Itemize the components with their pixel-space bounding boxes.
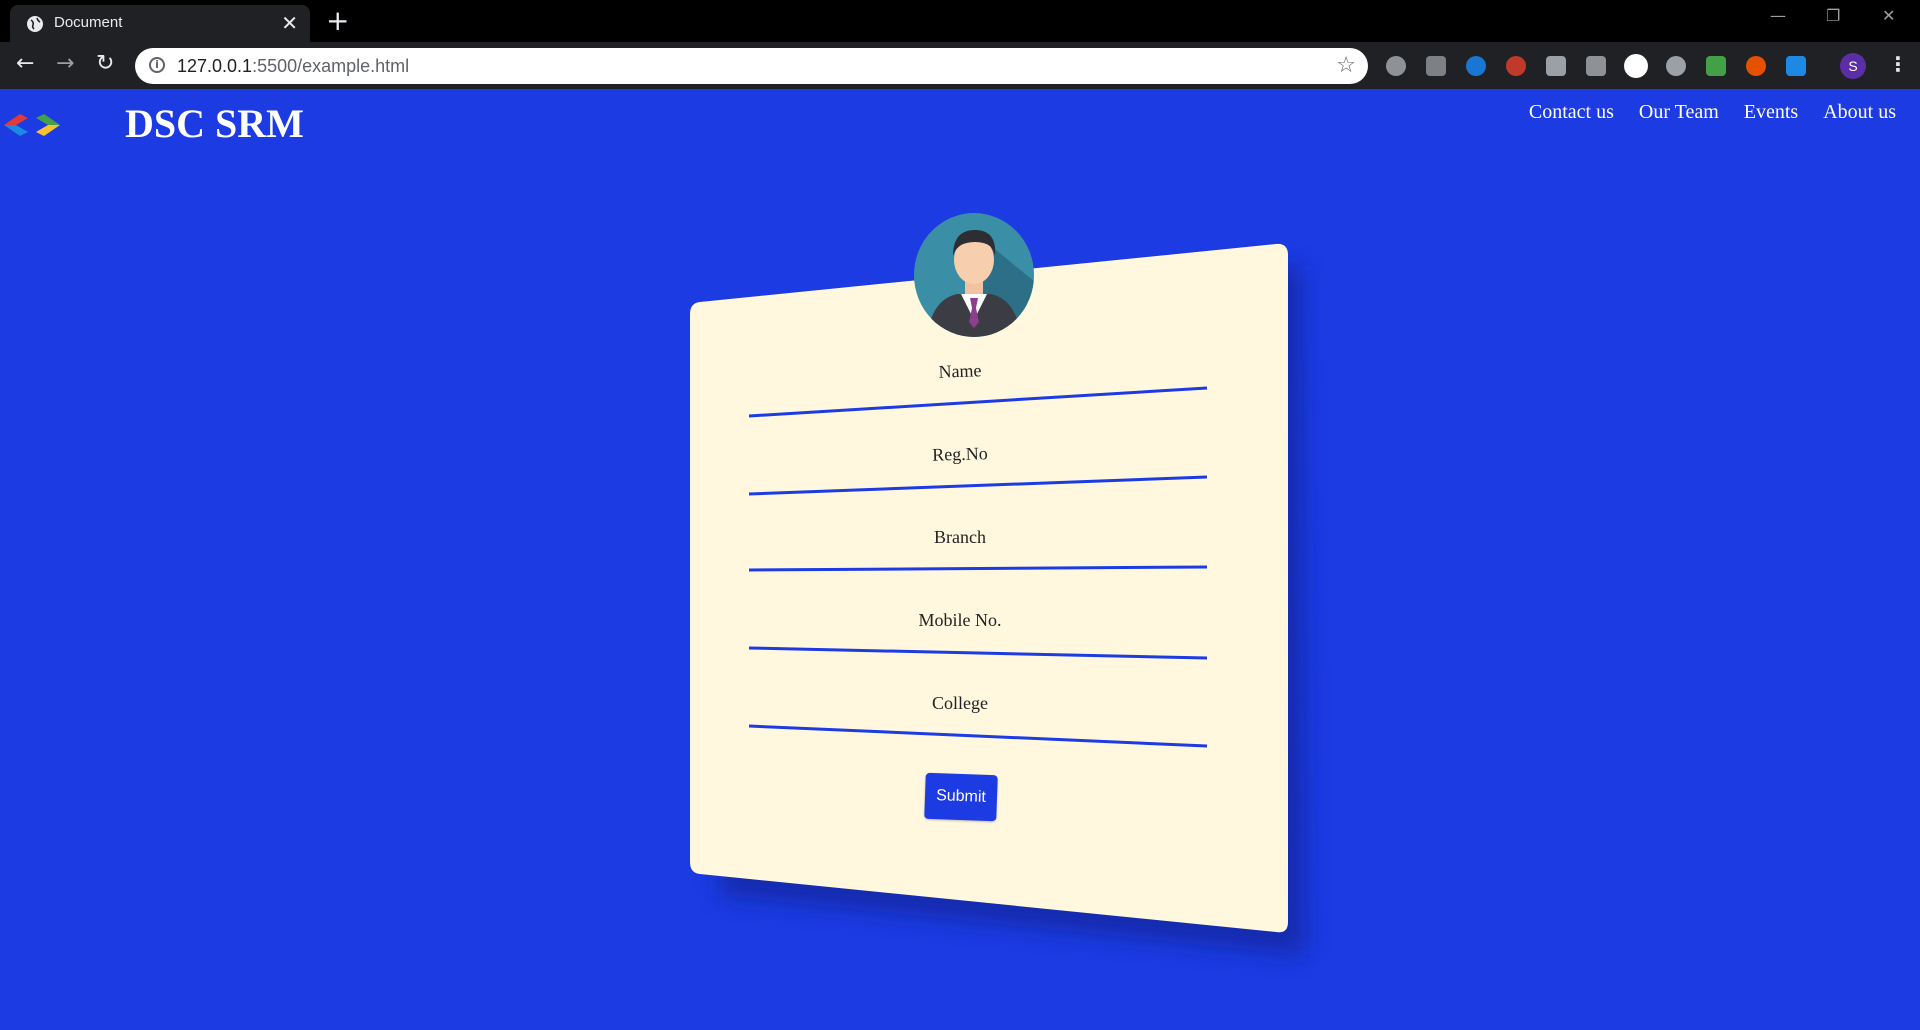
submit-button[interactable]: Submit	[924, 772, 998, 822]
college-input[interactable]	[748, 724, 1208, 748]
name-input[interactable]	[748, 386, 1208, 418]
branch-input[interactable]	[748, 565, 1208, 572]
field-lines	[748, 386, 1208, 748]
mobile-input[interactable]	[748, 646, 1208, 660]
regno-input[interactable]	[748, 475, 1208, 496]
